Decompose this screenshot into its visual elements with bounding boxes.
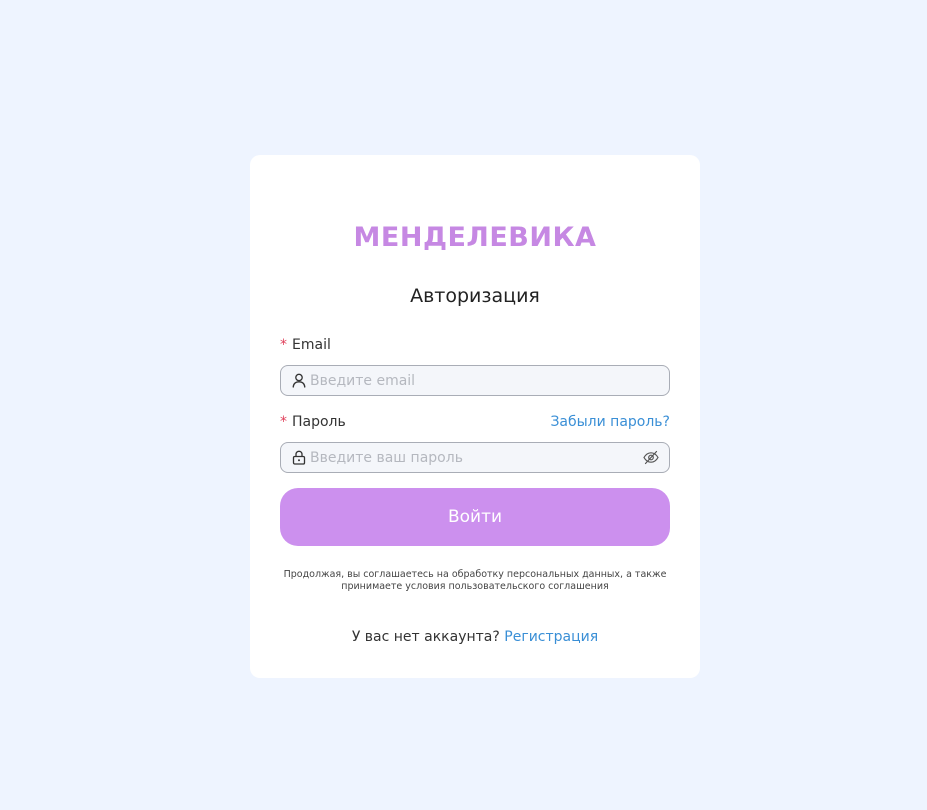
password-label-text: Пароль	[292, 414, 346, 430]
email-field-wrapper[interactable]	[280, 365, 670, 396]
email-label: * Email	[280, 335, 331, 355]
login-card: МЕНДЕЛЕВИКА Авторизация * Email * Пароль З…	[250, 155, 700, 678]
password-field-wrapper[interactable]	[280, 442, 670, 473]
register-link[interactable]: Регистрация	[504, 629, 598, 645]
email-label-text: Email	[292, 337, 331, 353]
required-mark: *	[280, 337, 287, 353]
consent-text: Продолжая, вы соглашаетесь на обработку …	[283, 569, 667, 592]
required-mark: *	[280, 414, 287, 430]
login-button[interactable]: Войти	[280, 488, 670, 546]
no-account-text: У вас нет аккаунта?	[351, 629, 500, 645]
password-input[interactable]	[310, 443, 630, 472]
password-label: * Пароль	[280, 412, 346, 432]
lock-icon	[292, 450, 306, 465]
forgot-password-link[interactable]: Забыли пароль?	[550, 412, 670, 432]
page-title: Авторизация	[410, 285, 540, 307]
signup-row: У вас нет аккаунта? Регистрация	[250, 627, 700, 647]
user-icon	[292, 373, 306, 388]
brand-logo: МЕНДЕЛЕВИКА	[353, 222, 597, 253]
eye-off-icon[interactable]	[643, 450, 659, 465]
email-input[interactable]	[310, 366, 630, 395]
